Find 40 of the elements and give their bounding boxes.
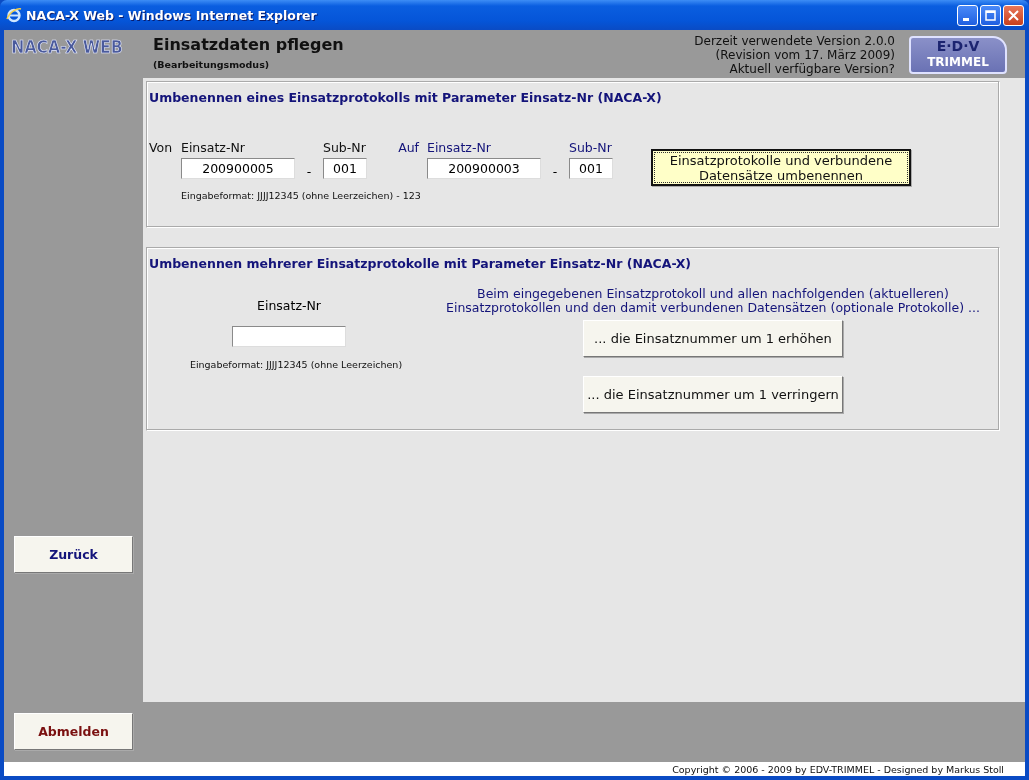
field-label: Sub-Nr: [569, 139, 613, 155]
action-button[interactable]: ... die Einsatznummer um 1 verringern: [583, 376, 843, 413]
minimize-button[interactable]: [957, 4, 978, 26]
format-hint: Eingabeformat: JJJJ12345 (ohne Leerzeichen): [189, 359, 403, 370]
back-button[interactable]: Zurück: [14, 536, 133, 573]
action-button[interactable]: ... die Einsatznummer um 1 erhöhen: [583, 320, 843, 357]
copyright-text: Copyright © 2006 - 2009 by EDV-TRIMMEL - Designed by Markus Stoll: [672, 763, 1004, 775]
logout-button[interactable]: Abmelden: [14, 713, 133, 750]
app-logo: NACA-X WEB: [10, 36, 124, 57]
field-label: Einsatz-Nr: [257, 298, 321, 313]
section-heading: Umbenennen eines Einsatzprotokolls mit Parameter Einsatz-Nr (NACA-X): [149, 90, 663, 105]
rename-button[interactable]: Einsatzprotokolle und verbundene Datensätze umbenennen: [651, 149, 911, 186]
window-title: NACA-X Web - Windows Internet Explorer: [26, 7, 318, 23]
close-icon: [1008, 9, 1019, 21]
close-button[interactable]: [1003, 4, 1024, 26]
input-field[interactable]: 001: [323, 157, 367, 179]
separator-text: -: [551, 164, 559, 179]
version-text: (Revision vom 17. März 2009): [715, 48, 895, 62]
description-text: Beim eingegebenen Einsatzprotokoll und allen nachfolgenden (aktuelleren) Einsatzprotokollen und den damit verbundenen Datensätzen (optionale Protokolle) ...: [446, 287, 980, 315]
field-label: Einsatz-Nr: [181, 139, 246, 155]
version-text: Derzeit verwendete Version 2.0.0: [694, 34, 895, 48]
page-subtitle: (Bearbeitungsmodus): [153, 59, 271, 70]
maximize-icon: [985, 9, 996, 21]
field-label: Sub-Nr: [323, 139, 367, 155]
page-title: Einsatzdaten pflegen: [153, 35, 345, 54]
input-field[interactable]: [232, 326, 346, 347]
maximize-button[interactable]: [980, 4, 1001, 26]
section-heading: Umbenennen mehrerer Einsatzprotokolle mit Parameter Einsatz-Nr (NACA-X): [149, 256, 692, 271]
field-label: Auf: [397, 139, 420, 155]
field-label: Von: [149, 139, 174, 155]
field-label: Einsatz-Nr: [427, 139, 492, 155]
company-logo: E·D·V TRIMMEL: [909, 36, 1007, 74]
input-field[interactable]: 200900005: [181, 157, 295, 179]
input-field[interactable]: 200900003: [427, 157, 541, 179]
minimize-icon: [962, 17, 969, 21]
format-hint: Eingabeformat: JJJJ12345 (ohne Leerzeichen) - 123: [181, 189, 422, 201]
separator-text: -: [305, 164, 313, 179]
browser-icon: [6, 7, 22, 23]
version-link[interactable]: Aktuell verfügbare Version?: [729, 62, 895, 76]
input-field[interactable]: 001: [569, 157, 613, 179]
